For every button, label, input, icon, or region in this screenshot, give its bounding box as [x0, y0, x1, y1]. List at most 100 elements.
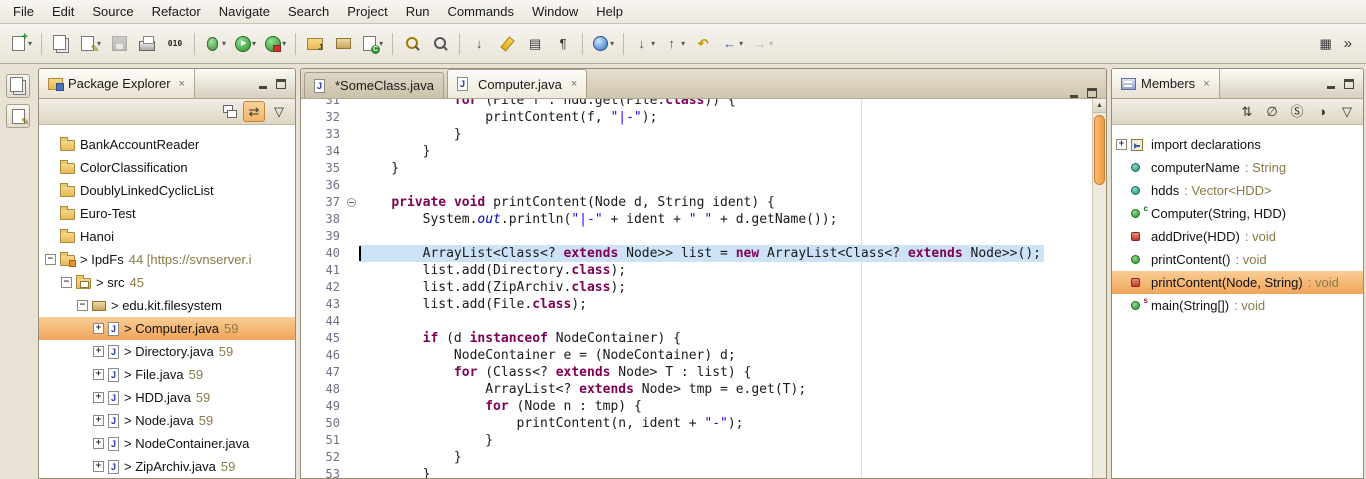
new-class-button[interactable]: ▾ — [358, 30, 386, 58]
code-line[interactable]: 48 ArrayList<? extends Node> tmp = e.get… — [301, 381, 1092, 398]
code-line[interactable]: 34 } — [301, 143, 1092, 160]
members-list[interactable]: +import declarationscomputerName: String… — [1112, 125, 1363, 478]
tree-item[interactable]: Euro-Test — [39, 202, 295, 225]
tree-item[interactable]: −> edu.kit.filesystem — [39, 294, 295, 317]
debug-button[interactable]: ▾ — [201, 30, 229, 58]
expand-icon[interactable]: + — [93, 346, 104, 357]
member-item[interactable]: computerName: String — [1112, 156, 1363, 179]
menu-edit[interactable]: Edit — [43, 1, 83, 22]
tree-item[interactable]: BankAccountReader — [39, 133, 295, 156]
expand-icon[interactable]: + — [93, 461, 104, 472]
menu-window[interactable]: Window — [523, 1, 587, 22]
line-number[interactable]: 32 — [315, 109, 345, 126]
scrollbar-thumb[interactable] — [1094, 115, 1105, 185]
menu-search[interactable]: Search — [279, 1, 338, 22]
tree-item[interactable]: +> File.java59 — [39, 363, 295, 386]
code-line[interactable]: 42 list.add(ZipArchiv.class); — [301, 279, 1092, 296]
previous-edit-button[interactable]: ↑▾ — [660, 30, 688, 58]
code-line[interactable]: 49 for (Node n : tmp) { — [301, 398, 1092, 415]
show-whitespace-button[interactable]: ¶ — [550, 30, 576, 58]
mark-occurrences-button[interactable] — [494, 30, 520, 58]
collapse-icon[interactable]: − — [45, 254, 56, 265]
fastview-editor-button[interactable] — [6, 104, 30, 128]
code-line[interactable]: 45 if (d instanceof NodeContainer) { — [301, 330, 1092, 347]
expand-icon[interactable]: + — [93, 438, 104, 449]
search-button[interactable] — [427, 30, 453, 58]
package-explorer-tree[interactable]: BankAccountReaderColorClassificationDoub… — [39, 125, 295, 478]
code-line[interactable]: 39 — [301, 228, 1092, 245]
menu-commands[interactable]: Commands — [439, 1, 523, 22]
expand-icon[interactable]: + — [93, 415, 104, 426]
new-wizard-button[interactable]: ▾ — [7, 30, 35, 58]
line-number[interactable]: 39 — [315, 228, 345, 245]
line-number[interactable]: 44 — [315, 313, 345, 330]
show-selected-element-button[interactable]: ▤ — [522, 30, 548, 58]
menu-navigate[interactable]: Navigate — [210, 1, 279, 22]
line-number[interactable]: 52 — [315, 449, 345, 466]
code-line[interactable]: 36 — [301, 177, 1092, 194]
tree-item[interactable]: DoublyLinkedCyclicList — [39, 179, 295, 202]
tree-item[interactable]: +> ZipArchiv.java59 — [39, 455, 295, 478]
view-menu-button[interactable]: ▽ — [268, 101, 290, 122]
java-search-button[interactable] — [399, 30, 425, 58]
menu-refactor[interactable]: Refactor — [143, 1, 210, 22]
tree-item[interactable]: −> src45 — [39, 271, 295, 294]
menu-source[interactable]: Source — [83, 1, 142, 22]
forward-button[interactable]: →▾ — [748, 30, 776, 58]
collapse-icon[interactable]: − — [61, 277, 72, 288]
code-line[interactable]: 53 } — [301, 466, 1092, 478]
back-button[interactable]: ←▾ — [718, 30, 746, 58]
member-item[interactable]: printContent(): void — [1112, 248, 1363, 271]
line-number[interactable]: 33 — [315, 126, 345, 143]
line-number[interactable]: 49 — [315, 398, 345, 415]
line-number[interactable]: 41 — [315, 262, 345, 279]
menu-run[interactable]: Run — [397, 1, 439, 22]
member-item[interactable]: addDrive(HDD): void — [1112, 225, 1363, 248]
editor-vertical-scrollbar[interactable]: ▲ — [1092, 99, 1106, 478]
expand-icon[interactable]: + — [93, 369, 104, 380]
close-tab-icon[interactable]: × — [571, 78, 577, 90]
members-title-tab[interactable]: Members × — [1112, 69, 1220, 98]
editor-tab--someclass-java[interactable]: *SomeClass.java — [304, 72, 444, 98]
menu-file[interactable]: File — [4, 1, 43, 22]
line-number[interactable]: 50 — [315, 415, 345, 432]
maximize-editor-button[interactable] — [1087, 88, 1097, 98]
minimize-members-button[interactable] — [1326, 79, 1336, 89]
code-line[interactable]: 46 NodeContainer e = (NodeContainer) d; — [301, 347, 1092, 364]
expand-icon[interactable]: + — [1116, 139, 1127, 150]
expand-icon[interactable]: + — [93, 323, 104, 334]
tree-item[interactable]: Hanoi — [39, 225, 295, 248]
code-line[interactable]: 33 } — [301, 126, 1092, 143]
tree-item[interactable]: +> Directory.java59 — [39, 340, 295, 363]
save-button[interactable] — [106, 30, 132, 58]
code-line[interactable]: 38 System.out.println("|-" + ident + " "… — [301, 211, 1092, 228]
package-explorer-close-icon[interactable]: × — [179, 78, 185, 90]
view-menu-button[interactable]: ▽ — [1336, 101, 1358, 122]
window-grid-button[interactable]: ▦ — [1313, 30, 1339, 58]
line-number[interactable]: 45 — [315, 330, 345, 347]
line-number[interactable]: 53 — [315, 466, 345, 478]
package-explorer-title-tab[interactable]: Package Explorer × — [39, 69, 195, 98]
new-file-button[interactable]: ▾ — [76, 30, 104, 58]
sort-button[interactable]: ⇅ — [1236, 101, 1258, 122]
line-number[interactable]: 31 — [315, 99, 345, 109]
menu-help[interactable]: Help — [587, 1, 632, 22]
line-number[interactable]: 38 — [315, 211, 345, 228]
member-item[interactable]: smain(String[]): void — [1112, 294, 1363, 317]
open-resource-button[interactable] — [48, 30, 74, 58]
line-number[interactable]: 36 — [315, 177, 345, 194]
code-line[interactable]: 37 private void printContent(Node d, Str… — [301, 194, 1092, 211]
line-number[interactable]: 37 — [315, 194, 345, 211]
scroll-up-icon[interactable]: ▲ — [1093, 99, 1106, 113]
last-edit-location-button[interactable]: ↶ — [690, 30, 716, 58]
tree-item[interactable]: +> NodeContainer.java — [39, 432, 295, 455]
build-all-button[interactable]: 010 — [162, 30, 188, 58]
line-number[interactable]: 34 — [315, 143, 345, 160]
member-item[interactable]: cComputer(String, HDD) — [1112, 202, 1363, 225]
line-number[interactable]: 40 — [315, 245, 345, 262]
line-number[interactable]: 51 — [315, 432, 345, 449]
code-line[interactable]: 51 } — [301, 432, 1092, 449]
members-close-icon[interactable]: × — [1203, 78, 1209, 90]
line-number[interactable]: 42 — [315, 279, 345, 296]
maximize-view-button[interactable] — [276, 79, 286, 89]
